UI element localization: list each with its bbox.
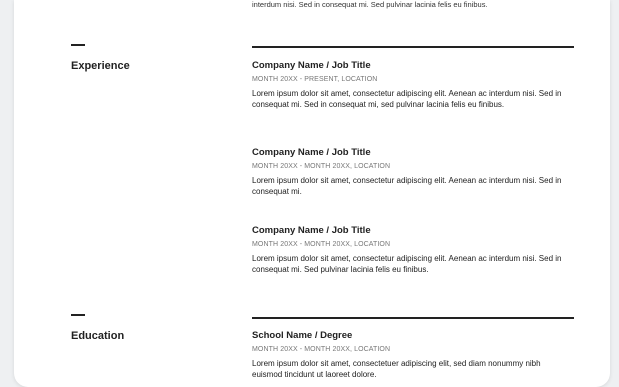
experience-section-marker [71, 44, 85, 47]
resume-page: interdum nisi. Sed in consequat mi. Sed … [14, 0, 610, 387]
entry-title: Company Name / Job Title [252, 147, 371, 158]
entry-dates-location: MONTH 20XX - PRESENT, LOCATION [252, 76, 378, 83]
experience-heading: Experience [71, 60, 130, 72]
entry-description: Lorem ipsum dolor sit amet, consectetuer… [252, 359, 541, 379]
entry-description: Lorem ipsum dolor sit amet, consectetur … [252, 176, 562, 196]
entry-title: Company Name / Job Title [252, 225, 371, 236]
entry-description: Lorem ipsum dolor sit amet, consectetur … [252, 254, 562, 274]
entry-title: School Name / Degree [252, 330, 353, 341]
education-section-marker [71, 314, 85, 317]
entry-title: Company Name / Job Title [252, 60, 371, 71]
entry-dates-location: MONTH 20XX - MONTH 20XX, LOCATION [252, 346, 391, 353]
experience-entry: Company Name / Job Title MONTH 20XX - MO… [252, 147, 572, 197]
entry-dates-location: MONTH 20XX - MONTH 20XX, LOCATION [252, 163, 391, 170]
entry-description: Lorem ipsum dolor sit amet, consectetur … [252, 89, 562, 109]
entry-dates-location: MONTH 20XX - MONTH 20XX, LOCATION [252, 241, 391, 248]
education-divider [252, 317, 574, 320]
experience-divider [252, 46, 574, 49]
education-entry: School Name / Degree MONTH 20XX - MONTH … [252, 330, 572, 380]
experience-entry: Company Name / Job Title MONTH 20XX - MO… [252, 225, 572, 275]
education-heading: Education [71, 330, 125, 342]
previous-section-text: interdum nisi. Sed in consequat mi. Sed … [252, 0, 488, 9]
experience-entry: Company Name / Job Title MONTH 20XX - PR… [252, 60, 572, 110]
